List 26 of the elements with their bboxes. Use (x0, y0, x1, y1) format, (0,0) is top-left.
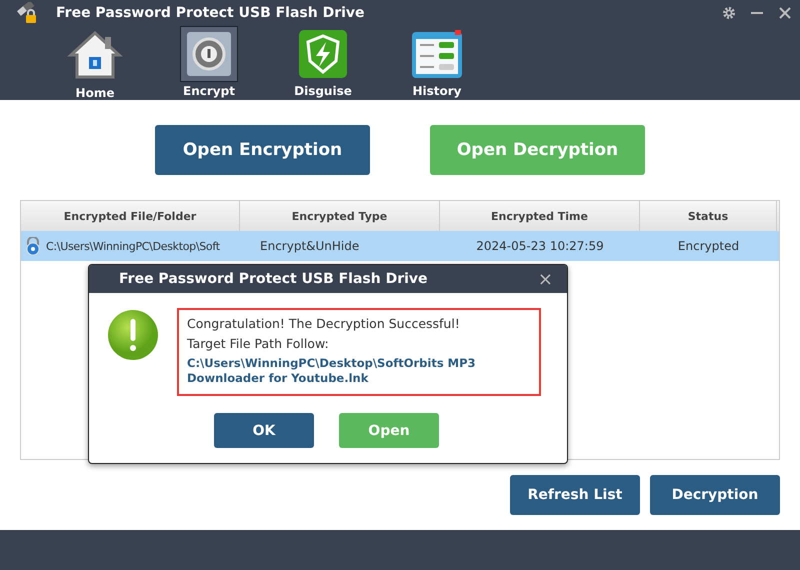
footer-button[interactable]: Decryption (650, 475, 780, 515)
dialog-title: Free Password Protect USB Flash Drive (119, 271, 428, 287)
dialog-button[interactable]: OK (214, 413, 314, 448)
action-button[interactable]: Open Encryption (155, 125, 370, 175)
exclamation-icon (108, 310, 158, 360)
table-cell: 2024-05-23 10:27:59 (476, 239, 604, 253)
toolbar-tab[interactable]: History (392, 26, 482, 98)
lock-icon (25, 237, 41, 255)
safe-icon (185, 30, 233, 78)
path-label: Target File Path Follow: (187, 335, 330, 353)
close-icon[interactable] (778, 6, 792, 20)
table-cell: Encrypted (678, 239, 740, 253)
toolbar-tab[interactable]: Home (50, 26, 140, 98)
checklist-icon (411, 29, 463, 79)
table-row[interactable]: C:\Users\WinningPC\Desktop\Soft Encrypt&UnHide 2024-05-23 10:27:59 Encrypted (21, 231, 779, 261)
usb-lock-icon (16, 2, 38, 24)
table-cell: Encrypt&UnHide (260, 239, 360, 253)
shield-icon (298, 29, 348, 79)
window-title: Free Password Protect USB Flash Drive (56, 5, 365, 21)
close-button[interactable]: × (538, 268, 553, 290)
settings-icon[interactable] (722, 6, 736, 20)
toolbar-tab[interactable]: Disguise (278, 26, 368, 98)
footer-button[interactable]: Refresh List (510, 475, 640, 515)
table-cell: C:\Users\WinningPC\Desktop\Soft (46, 240, 220, 252)
file-path: C:\Users\WinningPC\Desktop\SoftOrbits MP3 Downloader for Youtube.lnk (187, 356, 477, 386)
message-text: Congratulation! The Decryption Successful! (187, 315, 461, 333)
